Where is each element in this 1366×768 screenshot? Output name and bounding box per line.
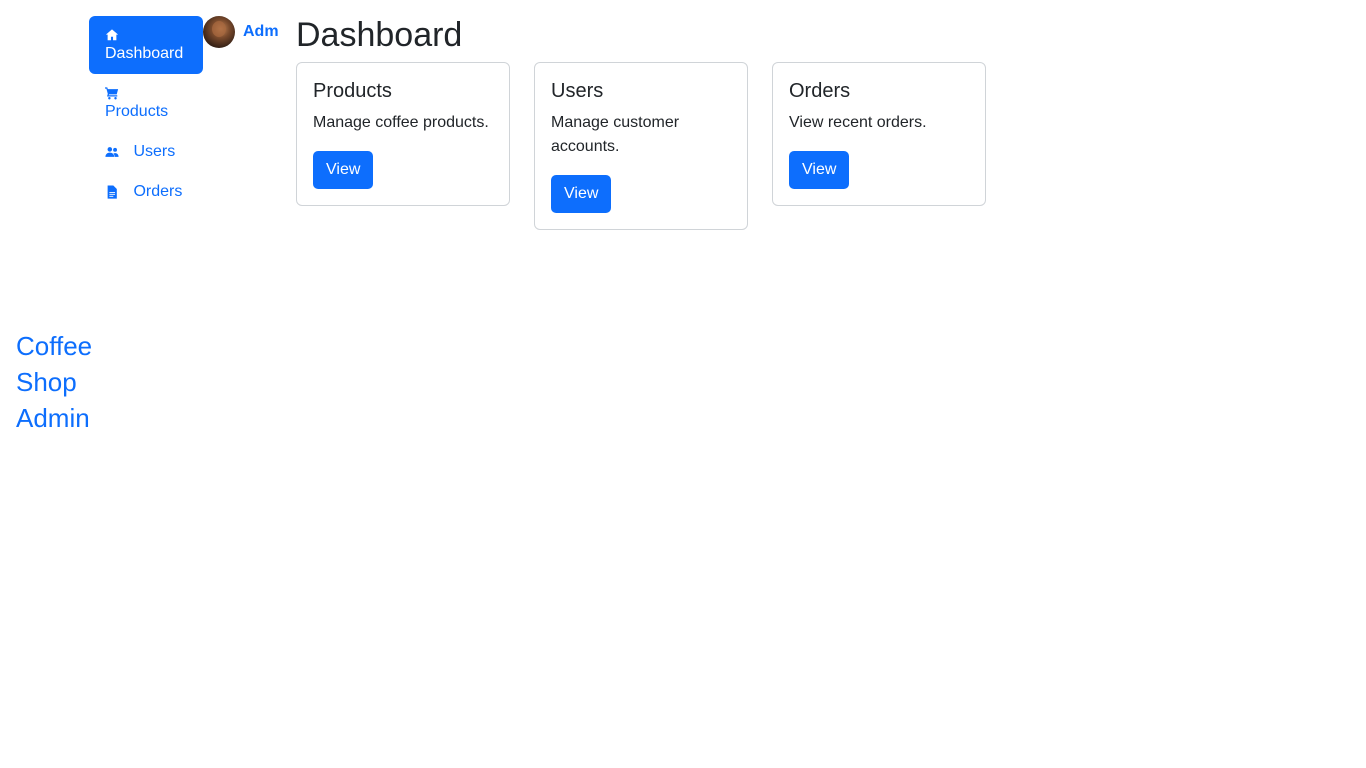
nav-item-label: Products (105, 103, 169, 120)
card-orders: Orders View recent orders. View (772, 62, 986, 206)
card-title: Orders (789, 80, 851, 102)
nav-item-dashboard[interactable]: Dashboard (89, 16, 203, 74)
view-orders-button[interactable]: View (789, 151, 850, 189)
card-title: Products (313, 80, 392, 102)
avatar (203, 16, 235, 48)
card-products: Products Manage coffee products. View (296, 62, 510, 206)
main-content: Dashboard Products Manage coffee product… (296, 14, 1010, 230)
card-title: Users (551, 80, 604, 102)
user-name: Adm (243, 23, 279, 40)
home-icon (105, 28, 119, 42)
view-products-button[interactable]: View (313, 151, 374, 189)
nav-item-orders[interactable]: Orders (89, 172, 203, 212)
users-icon (105, 145, 119, 159)
view-users-button[interactable]: View (551, 175, 612, 213)
card-users: Users Manage customer accounts. View (534, 62, 748, 230)
card-text: Manage customer accounts. (551, 114, 680, 155)
page-title: Dashboard (296, 16, 463, 54)
brand-line: Admin (16, 403, 90, 433)
user-menu[interactable]: Adm (203, 16, 283, 48)
nav-item-products[interactable]: Products (89, 74, 203, 132)
nav-item-users[interactable]: Users (89, 132, 203, 172)
brand-line: Coffee (16, 331, 93, 361)
brand-link[interactable]: Coffee Shop Admin (16, 328, 96, 436)
nav-item-label: Users (133, 143, 176, 160)
card-row: Products Manage coffee products. View Us… (296, 62, 1010, 230)
document-icon (105, 185, 119, 199)
card-text: Manage coffee products. (313, 114, 489, 131)
brand-line: Shop (16, 367, 77, 397)
sidebar-nav: Dashboard Products Users Orders (89, 16, 203, 212)
nav-item-label: Orders (133, 183, 183, 200)
card-text: View recent orders. (789, 114, 927, 131)
cart-icon (105, 86, 119, 100)
nav-item-label: Dashboard (105, 45, 184, 62)
